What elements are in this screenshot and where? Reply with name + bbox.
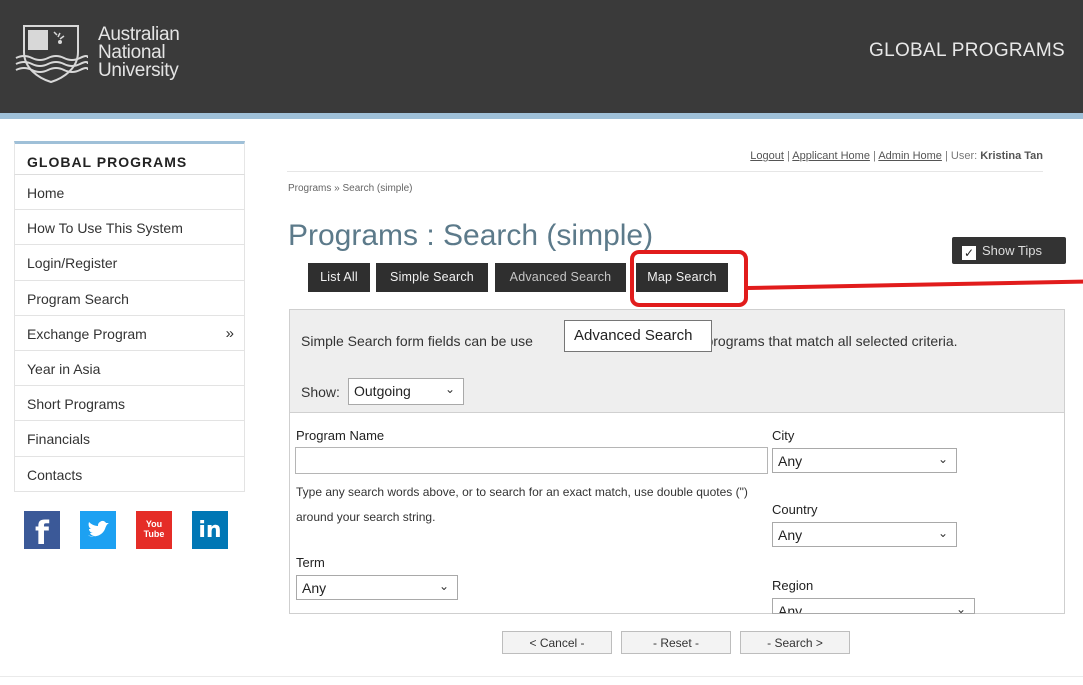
sidebar-item-label: How To Use This System	[27, 220, 183, 237]
term-select-value: Any	[302, 580, 327, 596]
sidebar-item-contacts[interactable]: Contacts	[14, 456, 245, 492]
sidebar-item-label: Short Programs	[27, 396, 126, 413]
annotation-highlight-box	[630, 250, 748, 307]
sidebar-item-year-in-asia[interactable]: Year in Asia	[14, 350, 245, 387]
user-label: User:	[950, 150, 978, 162]
chevron-down-icon: ⌄	[937, 526, 948, 540]
checkbox-checked-icon: ✓	[962, 246, 976, 260]
admin-home-link[interactable]: Admin Home	[878, 150, 942, 162]
account-links: Logout | Applicant Home | Admin Home | U…	[750, 150, 1043, 162]
chevron-down-icon: ⌄	[438, 579, 449, 593]
twitter-icon[interactable]	[80, 511, 116, 549]
program-name-input[interactable]	[295, 447, 768, 474]
reset-button[interactable]: - Reset -	[621, 631, 731, 654]
show-label: Show:	[301, 384, 340, 400]
footer-divider	[0, 676, 1083, 677]
sidebar-item-program-search[interactable]: Program Search	[14, 280, 245, 316]
site-title: GLOBAL PROGRAMS	[869, 40, 1065, 61]
logout-link[interactable]: Logout	[750, 150, 784, 162]
linkedin-icon[interactable]: in	[192, 511, 228, 549]
sidebar-item-label: Exchange Program	[27, 325, 147, 342]
sidebar-nav: GLOBAL PROGRAMS Home How To Use This Sys…	[14, 141, 245, 492]
facebook-icon[interactable]: f	[24, 511, 60, 552]
country-label: Country	[772, 502, 818, 517]
term-select[interactable]: Any ⌄	[296, 575, 458, 600]
page-title: Programs : Search (simple)	[288, 219, 654, 252]
city-select[interactable]: Any ⌄	[772, 448, 957, 473]
expand-arrow-icon[interactable]: »	[226, 325, 234, 342]
sidebar-item-home[interactable]: Home	[14, 175, 245, 211]
search-form: Simple Search form fields can be use ind …	[289, 309, 1065, 614]
applicant-home-link[interactable]: Applicant Home	[792, 150, 870, 162]
sidebar-item-label: Year in Asia	[27, 360, 101, 377]
region-label: Region	[772, 578, 814, 593]
sidebar-item-label: Home	[27, 185, 65, 201]
annotation-pointer-line	[747, 279, 1083, 290]
sidebar-item-exchange-program[interactable]: Exchange Program »	[14, 315, 245, 351]
tab-advanced-search[interactable]: Advanced Search	[495, 263, 626, 292]
show-select-value: Outgoing	[354, 383, 411, 399]
city-label: City	[772, 428, 795, 443]
sidebar-title: GLOBAL PROGRAMS	[14, 141, 245, 175]
sidebar-item-how-to-use[interactable]: How To Use This System	[14, 210, 245, 246]
search-button[interactable]: - Search >	[740, 631, 850, 654]
sidebar-item-login-register[interactable]: Login/Register	[14, 245, 245, 281]
chevron-down-icon: ⌄	[955, 602, 966, 614]
university-name: Australian National University	[98, 25, 180, 81]
breadcrumb[interactable]: Programs » Search (simple)	[288, 183, 412, 194]
show-tips-button[interactable]: ✓ Show Tips	[952, 237, 1066, 264]
separator: |	[944, 150, 948, 162]
sidebar-item-label: Contacts	[27, 466, 83, 483]
region-select[interactable]: Any ⌄	[772, 598, 975, 614]
region-select-value: Any	[778, 603, 803, 614]
tab-list-all[interactable]: List All	[308, 263, 370, 292]
site-header: Australian National University GLOBAL PR…	[0, 0, 1083, 113]
logo-line-3: University	[98, 60, 179, 81]
intro-text-end: ind programs that match all selected cri…	[682, 333, 958, 349]
search-help-text: Type any search words above, or to searc…	[296, 485, 748, 524]
chevron-down-icon: ⌄	[444, 382, 455, 396]
chevron-down-icon: ⌄	[937, 452, 948, 466]
sidebar-item-label: Financials	[27, 431, 91, 448]
social-links: f You Tube in	[24, 511, 234, 552]
sidebar-item-financials[interactable]: Financials	[14, 421, 245, 457]
user-name: Kristina Tan	[980, 150, 1043, 162]
show-select[interactable]: Outgoing ⌄	[348, 378, 464, 405]
youtube-icon[interactable]: You Tube	[136, 511, 172, 549]
program-name-label: Program Name	[296, 428, 385, 443]
sidebar-item-label: Program Search	[27, 290, 129, 307]
tab-simple-search[interactable]: Simple Search	[376, 263, 488, 292]
sidebar-item-short-programs[interactable]: Short Programs	[14, 386, 245, 422]
country-select[interactable]: Any ⌄	[772, 522, 957, 547]
header-divider	[0, 113, 1083, 119]
separator: |	[873, 150, 876, 162]
country-select-value: Any	[778, 527, 803, 543]
cancel-button[interactable]: < Cancel -	[502, 631, 612, 654]
anu-crest-icon[interactable]	[14, 22, 88, 84]
show-tips-label: Show Tips	[982, 243, 1042, 258]
divider	[287, 171, 1043, 172]
term-label: Term	[296, 555, 325, 570]
separator: |	[786, 150, 790, 162]
tooltip: Advanced Search	[564, 320, 712, 352]
city-select-value: Any	[778, 453, 803, 469]
sidebar-item-label: Login/Register	[27, 255, 118, 272]
intro-text-start: Simple Search form fields can be use	[301, 333, 533, 349]
